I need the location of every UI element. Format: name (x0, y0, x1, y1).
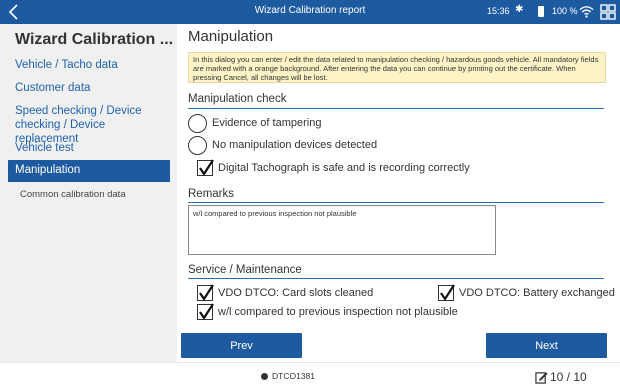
option-label: No manipulation devices detected (212, 139, 378, 151)
section-title-remarks: Remarks (188, 188, 235, 200)
status-bar: DTCO1381 10 / 10 (0, 362, 620, 388)
option-wl-not-plausible[interactable]: w/l compared to previous inspection not … (197, 303, 458, 321)
sidebar-item-customer-data[interactable]: Customer data (15, 81, 90, 95)
device-name: DTCO1381 (272, 371, 315, 381)
sidebar-item-manipulation[interactable]: Manipulation (8, 160, 170, 182)
option-battery-exchanged[interactable]: VDO DTCO: Battery exchanged (438, 284, 615, 302)
option-label: w/l compared to previous inspection not … (218, 306, 458, 318)
battery-icon (538, 6, 544, 17)
checkmark-icon (199, 159, 214, 177)
checkbox[interactable] (197, 303, 214, 321)
sidebar: Wizard Calibration ... Vehicle / Tacho d… (0, 24, 177, 362)
option-digital-tachograph-safe[interactable]: Digital Tachograph is safe and is record… (197, 159, 470, 177)
device-status-icon (261, 373, 268, 380)
section-divider (188, 108, 604, 109)
battery-level: 100 % (552, 6, 578, 16)
sidebar-item-vehicle-test[interactable]: Vehicle test (15, 141, 74, 155)
option-evidence-of-tampering[interactable]: Evidence of tampering (188, 113, 321, 133)
checkbox[interactable] (197, 284, 214, 302)
checkmark-icon (440, 284, 455, 302)
option-label: VDO DTCO: Card slots cleaned (218, 287, 374, 299)
top-bar: Wizard Calibration report 15:36 ✱ 100 % (0, 0, 620, 24)
option-label: Digital Tachograph is safe and is record… (218, 162, 470, 174)
checkmark-icon (199, 303, 214, 321)
checkbox[interactable] (197, 159, 214, 177)
bluetooth-icon: ✱ (515, 4, 524, 15)
radio-button[interactable] (188, 135, 207, 155)
sidebar-subitem-common-calibration-data[interactable]: Common calibration data (20, 189, 126, 200)
checkbox[interactable] (438, 284, 455, 302)
option-label: VDO DTCO: Battery exchanged (459, 287, 615, 299)
section-title-manipulation-check: Manipulation check (188, 93, 287, 105)
radio-button[interactable] (188, 113, 207, 133)
wifi-icon (579, 6, 594, 18)
section-divider (188, 202, 604, 203)
option-card-slots-cleaned[interactable]: VDO DTCO: Card slots cleaned (197, 284, 373, 302)
sidebar-title: Wizard Calibration ... (15, 31, 174, 48)
info-box: In this dialog you can enter / edit the … (188, 52, 606, 83)
page-counter: 10 / 10 (550, 370, 587, 384)
option-label: Evidence of tampering (212, 117, 322, 129)
next-button[interactable]: Next (486, 333, 607, 358)
section-title-service-maintenance: Service / Maintenance (188, 264, 302, 276)
checkmark-icon (199, 284, 214, 302)
prev-button[interactable]: Prev (181, 333, 302, 358)
main-content: Manipulation In this dialog you can ente… (178, 24, 620, 362)
option-no-manipulation-devices[interactable]: No manipulation devices detected (188, 135, 377, 155)
remarks-textarea[interactable]: w/l compared to previous inspection not … (188, 205, 496, 255)
page-title: Manipulation (188, 28, 274, 45)
section-divider (188, 278, 604, 279)
clock: 15:36 (487, 6, 510, 16)
sidebar-item-speed-checking[interactable]: Speed checking / Device checking / Devic… (15, 104, 170, 146)
edit-icon[interactable] (535, 371, 548, 384)
sidebar-item-vehicle-tacho-data[interactable]: Vehicle / Tacho data (15, 58, 118, 72)
apps-grid-icon[interactable] (600, 4, 616, 20)
window-title: Wizard Calibration report (254, 5, 366, 16)
